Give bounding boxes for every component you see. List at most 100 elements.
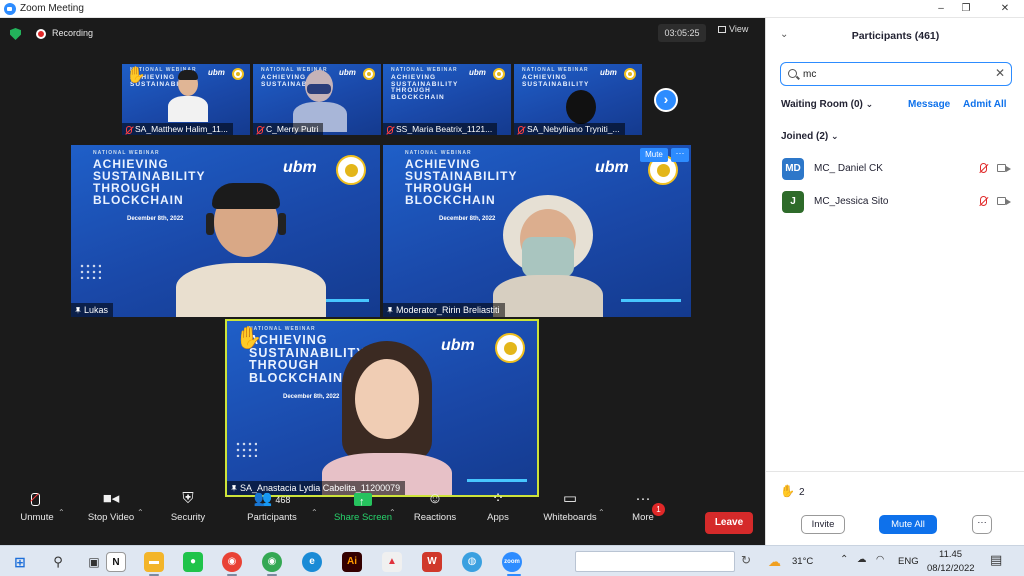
audio-options-caret[interactable]: ⌃: [58, 508, 65, 517]
mic-muted-icon[interactable]: [980, 196, 987, 206]
participants-label: Participants: [247, 512, 297, 523]
whiteboards-label: Whiteboards: [543, 512, 597, 523]
shield-icon[interactable]: [10, 28, 21, 40]
next-page-button[interactable]: ›: [654, 88, 678, 112]
globe-app-icon[interactable]: ◍: [462, 552, 482, 572]
raised-hands-count: ✋ 2: [780, 484, 805, 498]
share-screen-icon: [328, 488, 398, 513]
chevron-down-icon: ⌄: [831, 131, 839, 141]
decorative-dots: [79, 263, 101, 279]
windows-start-icon[interactable]: ⊞: [10, 552, 30, 572]
temperature: 31°C: [792, 556, 814, 567]
banner-line: BLOCKCHAIN: [391, 93, 445, 101]
more-label: More: [632, 512, 654, 523]
tray-expand-icon[interactable]: ⌃: [840, 554, 848, 565]
name-text: C_Merry Putri: [266, 124, 319, 134]
file-explorer-icon[interactable]: ▬: [144, 552, 164, 572]
notion-icon[interactable]: N: [106, 552, 126, 572]
notification-center-icon[interactable]: ▤: [990, 552, 1002, 568]
participants-button[interactable]: 👥 468 Participants: [237, 488, 307, 523]
whiteboards-button[interactable]: ▭ Whiteboards: [535, 488, 605, 523]
participant-name: Lukas: [71, 303, 114, 317]
raised-hand-icon: ✋: [780, 484, 795, 498]
panel-more-button[interactable]: ···: [972, 515, 992, 534]
clock-date[interactable]: 08/12/2022: [927, 563, 975, 574]
participant-row[interactable]: MD MC_ Daniel CK: [766, 155, 1024, 183]
whiteboards-options-caret[interactable]: ⌃: [598, 508, 605, 517]
participant-video: [176, 183, 326, 317]
mute-all-button[interactable]: Mute All: [879, 515, 937, 534]
search-input[interactable]: [803, 66, 983, 82]
joined-toggle[interactable]: Joined (2) ⌄: [781, 131, 839, 142]
panel-title: Participants (461): [851, 30, 940, 42]
reactions-button[interactable]: ☺ Reactions: [400, 488, 470, 523]
meeting-timer: 03:05:25: [658, 24, 706, 42]
video-thumbnail[interactable]: NATIONAL WEBINAR ACHIEVING SUSTAINABILITY T…: [383, 64, 511, 135]
ubm-logo: ubm: [469, 68, 486, 77]
illustrator-icon[interactable]: Ai: [342, 552, 362, 572]
video-thumbnail[interactable]: NATIONAL WEBINAR ACHIEVING SUSTAINABILITY …: [122, 64, 250, 135]
share-options-caret[interactable]: ⌃: [389, 508, 396, 517]
seal-logo-icon: [624, 68, 636, 80]
clock-time[interactable]: 11.45: [939, 549, 962, 560]
mute-participant-button[interactable]: Mute: [640, 148, 668, 162]
message-button[interactable]: Message: [908, 99, 950, 110]
invite-button[interactable]: Invite: [801, 515, 845, 534]
windows-taskbar: ⊞ ⚲ ▣ N ▬ ● ◉ ◉ e Ai ▲ W ◍ zoom ↻ ☁ 31°C…: [0, 545, 1024, 576]
participants-count: 468: [275, 495, 291, 505]
security-button[interactable]: ⛨ Security: [153, 488, 223, 523]
tile-banner: NATIONAL WEBINAR ACHIEVING SUSTAINABILITY: [522, 68, 589, 88]
reactions-smiley-icon: ☺: [427, 490, 443, 507]
apps-button[interactable]: ⁘ Apps: [463, 488, 533, 523]
view-button[interactable]: View: [718, 24, 748, 34]
cloud-icon[interactable]: ☁: [857, 554, 867, 565]
waiting-room-toggle[interactable]: Waiting Room (0) ⌄: [781, 99, 873, 110]
admit-all-button[interactable]: Admit All: [963, 99, 1007, 110]
mic-muted-icon[interactable]: [980, 163, 987, 173]
video-thumbnail[interactable]: NATIONAL WEBINAR ACHIEVING SUSTAINABILITY …: [253, 64, 381, 135]
tile-more-button[interactable]: ···: [671, 148, 689, 162]
task-view-icon[interactable]: ▣: [84, 552, 104, 572]
active-speaker-tile[interactable]: NATIONAL WEBINAR ACHIEVING SUSTAINABILITY T…: [225, 319, 539, 497]
line-app-icon[interactable]: ●: [183, 552, 203, 572]
close-button[interactable]: ✕: [990, 2, 1020, 16]
participants-options-caret[interactable]: ⌃: [311, 508, 318, 517]
stop-video-button[interactable]: ■◂ Stop Video: [76, 488, 146, 523]
panel-divider: [766, 471, 1024, 472]
video-camera-icon: ■◂: [102, 490, 120, 507]
apps-grid-icon: ⁘: [491, 490, 505, 507]
participant-name: C_Merry Putri: [253, 123, 324, 135]
input-language[interactable]: ENG: [898, 556, 919, 567]
chrome-profile-icon[interactable]: ◉: [262, 552, 282, 572]
zoom-taskbar-icon[interactable]: zoom: [502, 552, 522, 572]
banner-series: NATIONAL WEBINAR: [405, 150, 472, 156]
leave-button[interactable]: Leave: [705, 512, 753, 534]
restore-button[interactable]: ❐: [951, 2, 981, 16]
notification-badge: 1: [652, 503, 665, 516]
taskbar-address-box[interactable]: [575, 551, 735, 572]
video-tile[interactable]: NATIONAL WEBINAR ACHIEVING SUSTAINABILITY T…: [383, 145, 691, 317]
video-tile[interactable]: NATIONAL WEBINAR ACHIEVING SUSTAINABILITY T…: [71, 145, 380, 317]
more-button[interactable]: ··· More: [608, 488, 678, 523]
mic-muted-icon: [518, 125, 524, 134]
participant-search[interactable]: ✕: [780, 62, 1012, 86]
edge-icon[interactable]: e: [302, 552, 322, 572]
participant-row[interactable]: J MC_Jessica Sito: [766, 188, 1024, 216]
refresh-icon[interactable]: ↻: [741, 553, 751, 567]
vector-app-icon[interactable]: ▲: [382, 552, 402, 572]
share-screen-button[interactable]: Share Screen: [328, 488, 398, 523]
wps-office-icon[interactable]: W: [422, 552, 442, 572]
decorative-stripe: [621, 299, 681, 302]
tile-banner: NATIONAL WEBINAR ACHIEVING SUSTAINABILITY T…: [391, 68, 458, 101]
zoom-logo-icon: [4, 3, 16, 15]
name-text: Lukas: [84, 305, 109, 315]
chrome-icon[interactable]: ◉: [222, 552, 242, 572]
clear-search-icon[interactable]: ✕: [995, 66, 1005, 80]
banner-series: NATIONAL WEBINAR: [522, 67, 589, 73]
video-thumbnail[interactable]: NATIONAL WEBINAR ACHIEVING SUSTAINABILITY …: [514, 64, 642, 135]
video-options-caret[interactable]: ⌃: [137, 508, 144, 517]
unmute-button[interactable]: Unmute: [2, 488, 72, 523]
wifi-icon[interactable]: ◠: [876, 554, 884, 565]
search-icon[interactable]: ⚲: [48, 552, 68, 572]
avatar: J: [782, 191, 804, 213]
